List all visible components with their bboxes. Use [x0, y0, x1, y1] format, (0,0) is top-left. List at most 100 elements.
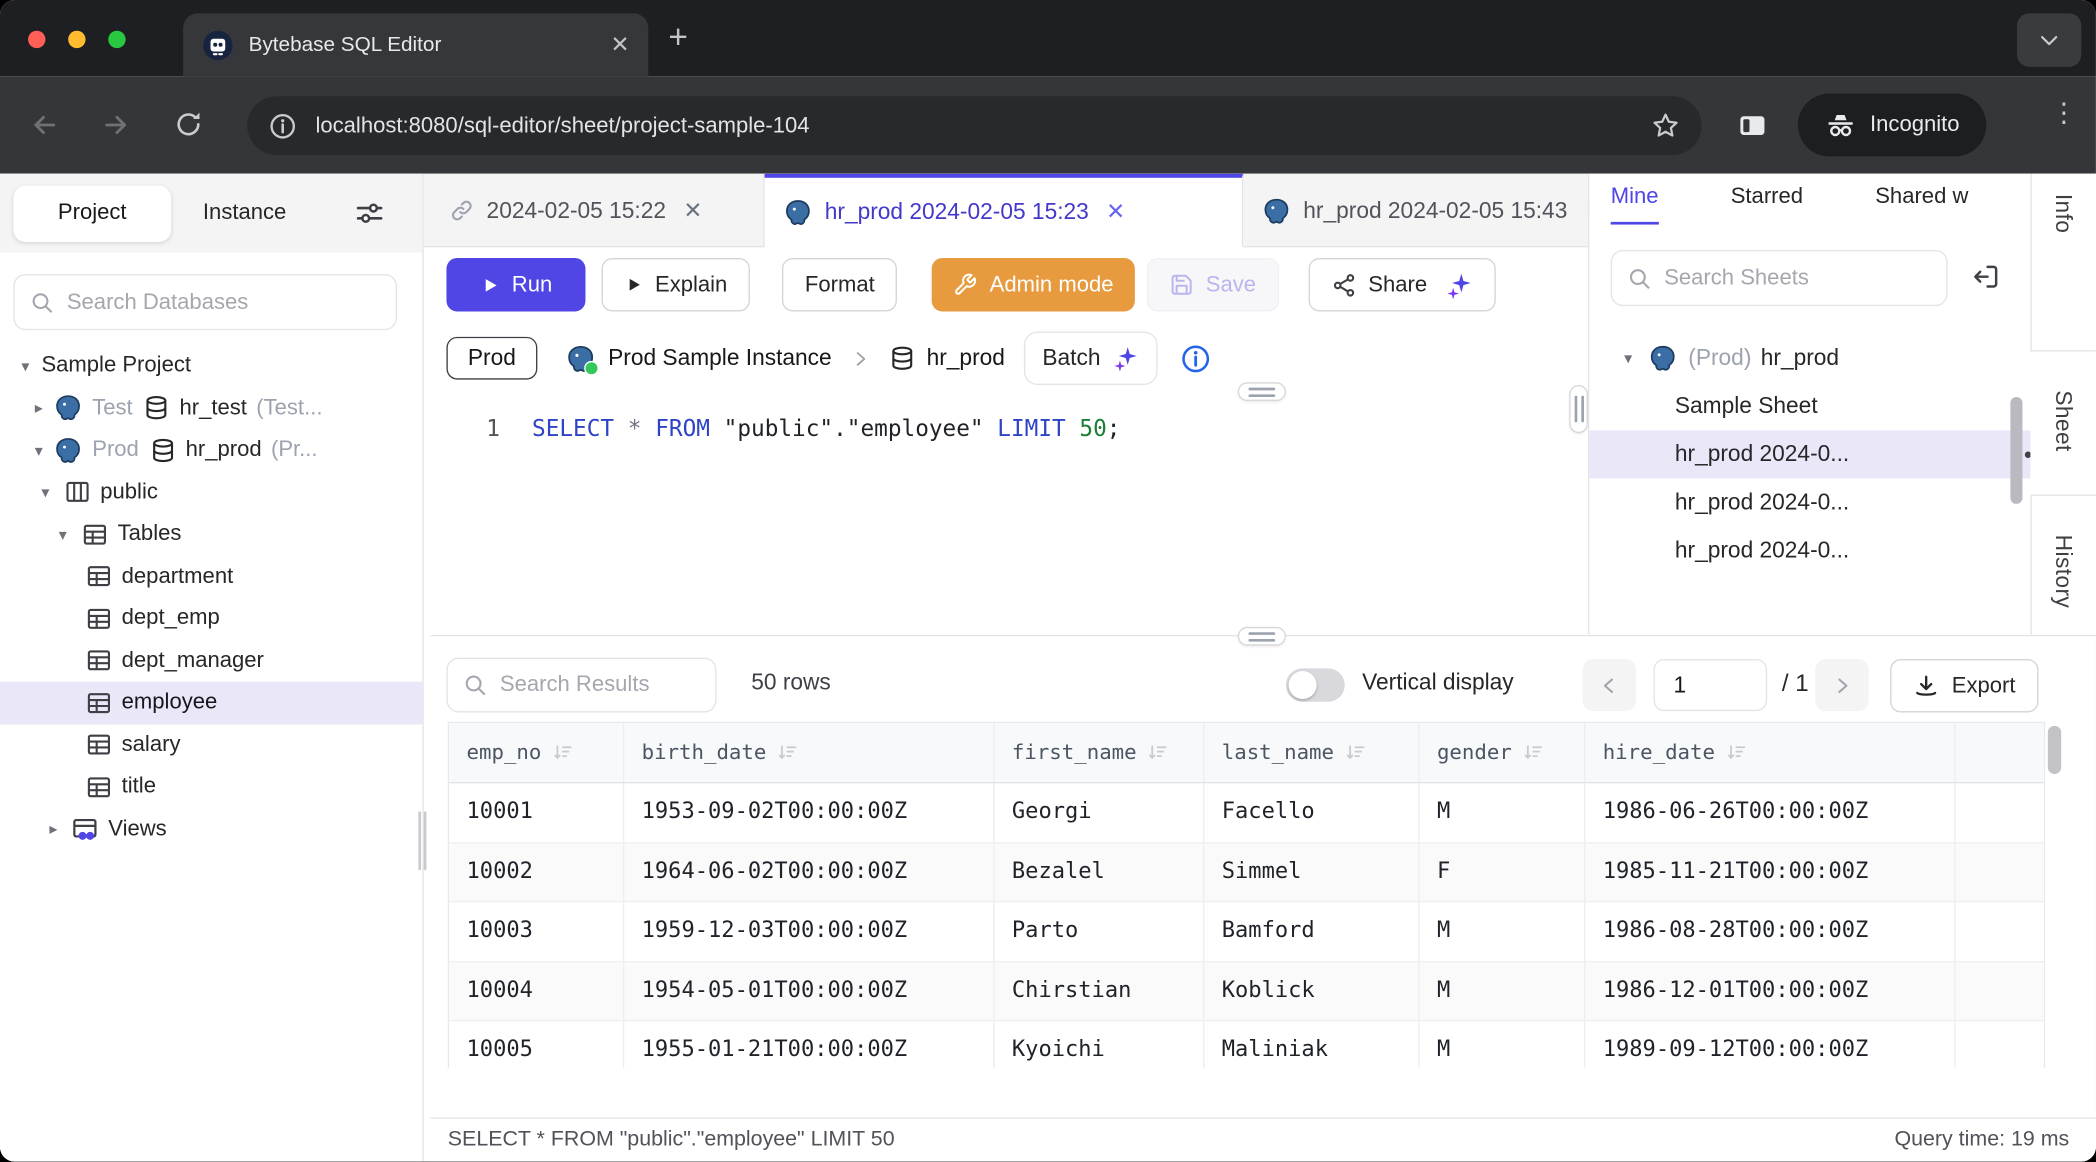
caret-down-icon[interactable]: ▾ — [16, 357, 35, 376]
caret-right-icon[interactable]: ▸ — [44, 820, 63, 839]
database-name[interactable]: hr_prod — [927, 345, 1005, 372]
page-number-input[interactable]: 1 — [1653, 659, 1767, 711]
cell[interactable]: Facello — [1204, 783, 1419, 841]
results-resize-handle[interactable] — [1238, 627, 1286, 646]
sort-icon[interactable] — [1345, 742, 1366, 763]
window-close-button[interactable] — [28, 31, 45, 48]
cell[interactable]: 1986-06-26T00:00:00Z — [1585, 783, 1955, 841]
tab-starred[interactable]: Starred — [1731, 184, 1803, 224]
sort-icon[interactable] — [1523, 742, 1544, 763]
site-info-icon[interactable] — [269, 112, 297, 140]
column-header[interactable]: emp_no — [449, 723, 624, 782]
environment-chip[interactable]: Prod — [446, 337, 537, 380]
cell[interactable]: 1985-11-21T00:00:00Z — [1585, 843, 1955, 901]
cell[interactable]: Simmel — [1204, 843, 1419, 901]
tab-mine[interactable]: Mine — [1611, 184, 1659, 224]
table-row[interactable]: 10004 1954-05-01T00:00:00Z Chirstian Kob… — [449, 962, 2044, 1021]
search-results-input[interactable]: Search Results — [446, 658, 716, 713]
cell[interactable]: Bamford — [1204, 902, 1419, 960]
tree-node-schema-public[interactable]: ▾ public — [0, 471, 422, 513]
cell[interactable]: 10004 — [449, 962, 624, 1020]
browser-menu-button[interactable]: ⋮ — [2050, 108, 2077, 119]
instance-name[interactable]: Prod Sample Instance — [608, 345, 832, 372]
tree-node-table-salary[interactable]: salary — [0, 724, 422, 766]
sheet-item-unsaved-clipped[interactable]: hr_prod 2024-0... — [1589, 527, 2030, 575]
reload-button[interactable] — [174, 110, 203, 139]
cell[interactable]: Bezalel — [995, 843, 1205, 901]
browser-tab[interactable]: Bytebase SQL Editor ✕ — [183, 13, 648, 76]
sheet-item-unsaved[interactable]: hr_prod 2024-0... — [1589, 479, 2030, 527]
sort-icon[interactable] — [1147, 742, 1168, 763]
cell[interactable]: Koblick — [1204, 962, 1419, 1020]
table-row[interactable]: 10002 1964-06-02T00:00:00Z Bezalel Simme… — [449, 843, 2044, 902]
ai-sparkles-icon[interactable] — [1445, 271, 1473, 299]
search-sheets-input[interactable]: Search Sheets — [1611, 250, 1948, 306]
tab-search-chevron-button[interactable] — [2017, 13, 2081, 66]
tree-node-views-group[interactable]: ▸ Views — [0, 808, 422, 850]
column-header[interactable]: birth_date — [624, 723, 994, 782]
close-tab-icon[interactable]: ✕ — [1106, 198, 1125, 225]
sort-icon[interactable] — [777, 742, 798, 763]
cell[interactable]: 1986-12-01T00:00:00Z — [1585, 962, 1955, 1020]
cell[interactable]: Kyoichi — [995, 1021, 1205, 1068]
back-button[interactable] — [29, 110, 60, 141]
cell[interactable]: 10005 — [449, 1021, 624, 1068]
column-header[interactable]: gender — [1420, 723, 1586, 782]
export-button[interactable]: Export — [1890, 659, 2038, 712]
caret-down-icon[interactable]: ▾ — [53, 525, 72, 544]
cell[interactable]: Georgi — [995, 783, 1205, 841]
side-tab-info[interactable]: Info — [2049, 194, 2076, 234]
tree-node-table-dept-manager[interactable]: dept_manager — [0, 640, 422, 682]
tree-node-hr-test[interactable]: ▸ Test hr_test (Test... — [0, 387, 422, 429]
sort-icon[interactable] — [1726, 742, 1747, 763]
format-button[interactable]: Format — [782, 258, 897, 311]
worksheet-tab-1[interactable]: 2024-02-05 15:22 ✕ — [430, 174, 764, 248]
table-row[interactable]: 10005 1955-01-21T00:00:00Z Kyoichi Malin… — [449, 1021, 2044, 1068]
results-scrollbar[interactable] — [2048, 726, 2061, 774]
sidebar-filter-button[interactable] — [354, 198, 385, 229]
column-header[interactable]: hire_date — [1585, 723, 1955, 782]
cell[interactable]: Chirstian — [995, 962, 1205, 1020]
cell[interactable]: 1955-01-21T00:00:00Z — [624, 1021, 994, 1068]
admin-mode-button[interactable]: Admin mode — [932, 258, 1135, 311]
tab-shared-with-me[interactable]: Shared w — [1875, 184, 1968, 224]
prev-page-button[interactable] — [1583, 659, 1636, 711]
cell[interactable]: F — [1420, 843, 1586, 901]
cell[interactable]: 10002 — [449, 843, 624, 901]
bookmark-star-icon[interactable] — [1651, 111, 1680, 140]
sheet-panel-scrollbar[interactable] — [2010, 397, 2022, 504]
table-row[interactable]: 10003 1959-12-03T00:00:00Z Parto Bamford… — [449, 902, 2044, 961]
share-button[interactable]: Share — [1308, 258, 1495, 311]
search-databases-input[interactable]: Search Databases — [13, 274, 397, 330]
window-minimize-button[interactable] — [68, 31, 85, 48]
caret-down-icon[interactable]: ▾ — [36, 483, 55, 502]
side-tab-sheet[interactable]: Sheet — [2049, 390, 2076, 451]
cell[interactable]: 1986-08-28T00:00:00Z — [1585, 902, 1955, 960]
batch-mode-button[interactable]: Batch — [1024, 332, 1158, 385]
tab-project[interactable]: Project — [13, 185, 171, 241]
close-tab-icon[interactable]: ✕ — [683, 197, 702, 224]
cell[interactable]: 1989-09-12T00:00:00Z — [1585, 1021, 1955, 1068]
tree-node-tables-group[interactable]: ▾ Tables — [0, 513, 422, 555]
cell[interactable]: M — [1420, 902, 1586, 960]
caret-down-icon[interactable]: ▾ — [1619, 349, 1638, 368]
tree-node-table-employee-selected[interactable]: employee — [0, 682, 422, 724]
cell[interactable]: 1964-06-02T00:00:00Z — [624, 843, 994, 901]
sheet-group-hr-prod[interactable]: ▾ (Prod) hr_prod — [1589, 334, 2026, 382]
editor-top-resize-handle[interactable] — [1238, 382, 1286, 401]
forward-button[interactable] — [100, 110, 131, 141]
sheet-item-sample-sheet[interactable]: Sample Sheet ••• — [1589, 382, 2030, 430]
tree-node-table-dept-emp[interactable]: dept_emp — [0, 598, 422, 640]
table-row[interactable]: 10001 1953-09-02T00:00:00Z Georgi Facell… — [449, 783, 2044, 842]
worksheet-tab-2-active[interactable]: hr_prod 2024-02-05 15:23 ✕ — [765, 174, 1244, 248]
info-icon[interactable] — [1181, 343, 1212, 374]
tree-node-table-department[interactable]: department — [0, 555, 422, 597]
url-bar[interactable]: localhost:8080/sql-editor/sheet/project-… — [247, 96, 1701, 155]
browser-tab-close-icon[interactable]: ✕ — [611, 31, 630, 58]
save-button[interactable]: Save — [1147, 258, 1279, 311]
caret-down-icon[interactable]: ▾ — [29, 441, 48, 460]
column-header[interactable]: first_name — [995, 723, 1205, 782]
tab-instance[interactable]: Instance — [171, 201, 318, 226]
tree-node-hr-prod[interactable]: ▾ Prod hr_prod (Pr... — [0, 429, 422, 471]
cell[interactable]: 10003 — [449, 902, 624, 960]
